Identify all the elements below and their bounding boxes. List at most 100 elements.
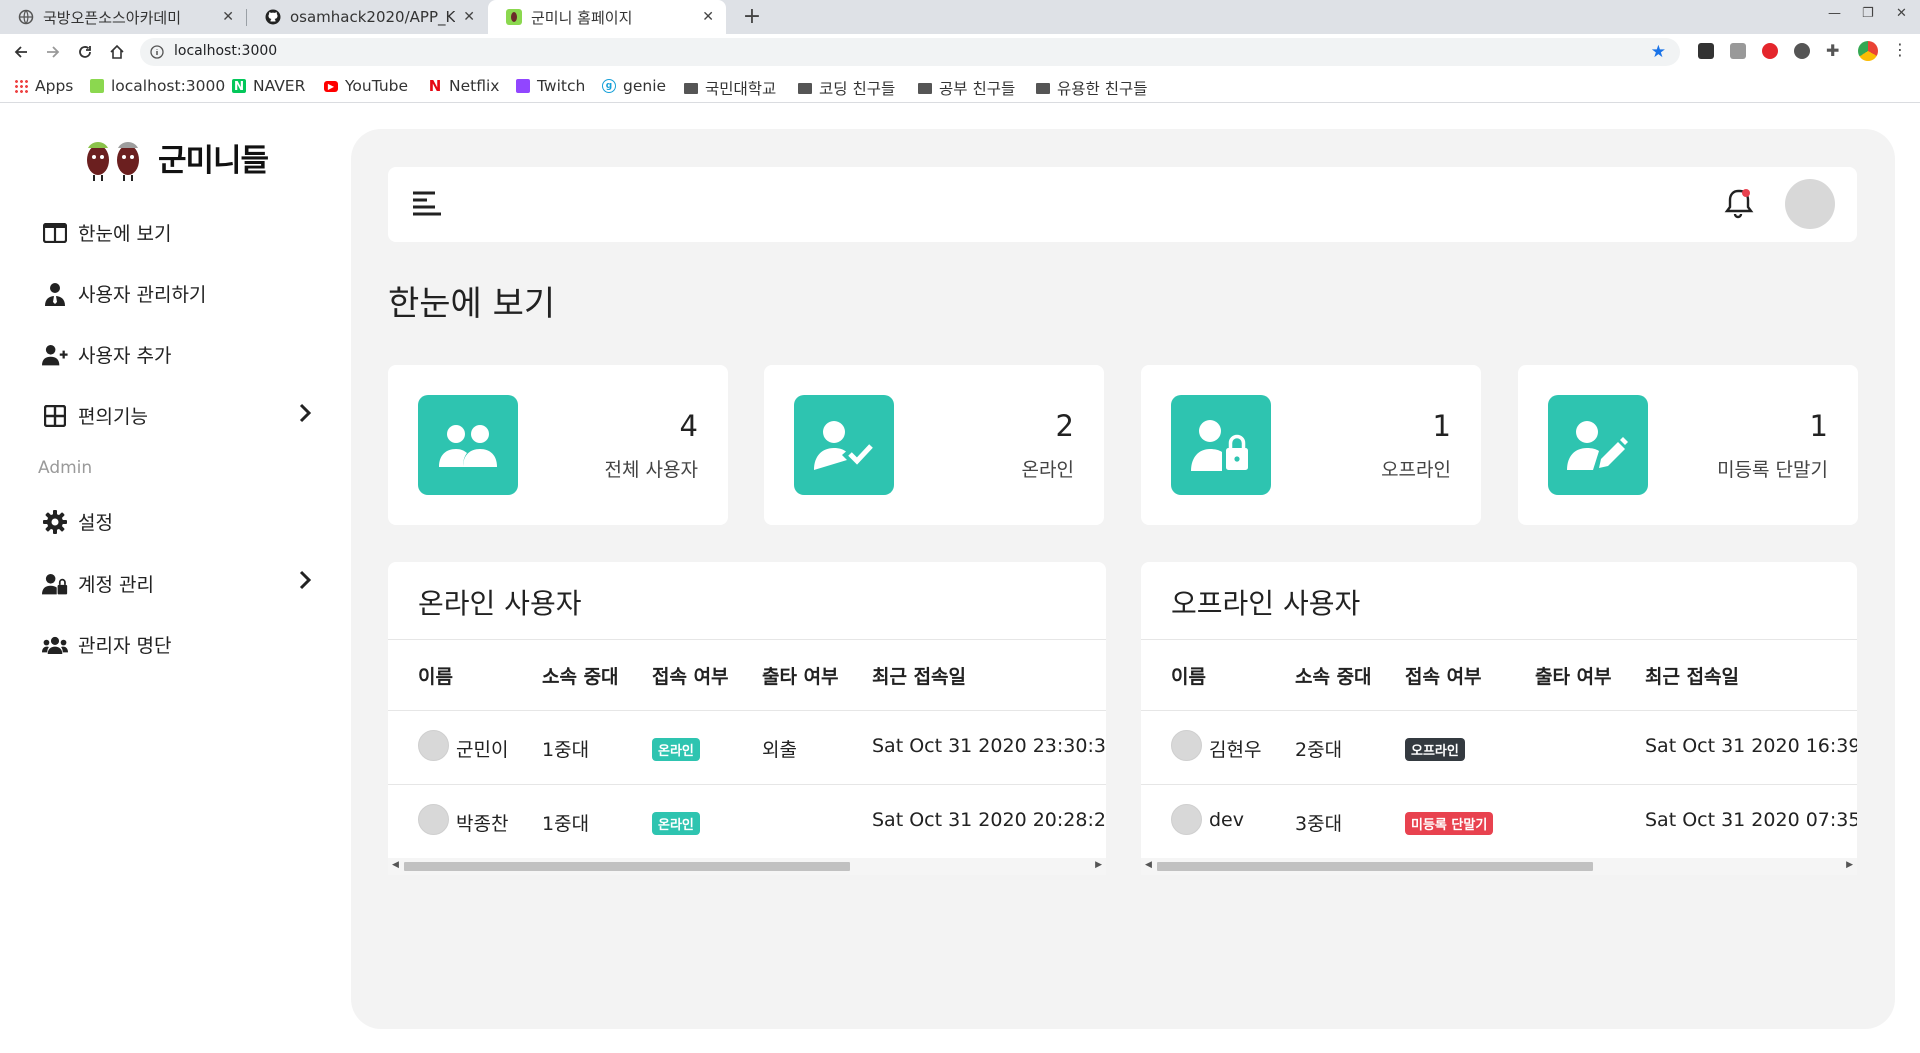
- back-button[interactable]: [10, 41, 32, 63]
- sidebar-section-admin: Admin: [38, 458, 93, 478]
- sidebar-item-label: 사용자 추가: [78, 345, 172, 367]
- column-header[interactable]: 이름: [418, 662, 453, 689]
- online-users-panel: 온라인 사용자 이름 소속 중대 접속 여부 출타 여부 최근 접속일 군민이 …: [388, 562, 1106, 875]
- bookmark-folder[interactable]: 공부 친구들: [918, 77, 1015, 99]
- scroll-right-icon[interactable]: ▶: [1846, 860, 1853, 870]
- column-header[interactable]: 출타 여부: [762, 662, 839, 689]
- close-window-icon[interactable]: ✕: [1896, 6, 1907, 21]
- scroll-right-icon[interactable]: ▶: [1095, 860, 1102, 870]
- opera-extension-icon[interactable]: [1762, 43, 1778, 59]
- status-badge: 온라인: [652, 812, 700, 835]
- genie-icon: g: [602, 79, 616, 93]
- extension-icon[interactable]: [1794, 43, 1810, 59]
- column-header[interactable]: 접속 여부: [652, 662, 729, 689]
- sidebar-item-label: 한눈에 보기: [78, 223, 172, 245]
- user-name: dev: [1209, 809, 1244, 831]
- sidebar-item-user-management[interactable]: 사용자 관리하기: [42, 280, 206, 307]
- top-navbar: [388, 167, 1857, 242]
- extension-icon[interactable]: [1698, 43, 1714, 59]
- minimize-icon[interactable]: —: [1828, 6, 1841, 21]
- bookmark-netflix[interactable]: N Netflix: [428, 77, 500, 95]
- browser-tab[interactable]: osamhack2020/APP_Ko ✕: [247, 0, 487, 34]
- bookmark-folder[interactable]: 코딩 친구들: [798, 77, 895, 99]
- column-header[interactable]: 소속 중대: [1295, 662, 1372, 689]
- bookmark-youtube[interactable]: ▶ YouTube: [324, 77, 408, 95]
- scrollbar-thumb[interactable]: [1157, 862, 1593, 871]
- browser-tab[interactable]: 국방오픈소스아카데미 ✕: [0, 0, 246, 34]
- user-edit-icon: [1548, 395, 1648, 495]
- stat-value: 1: [1432, 409, 1451, 443]
- bookmark-folder[interactable]: 국민대학교: [684, 77, 776, 99]
- profile-avatar[interactable]: [1858, 41, 1878, 61]
- scroll-left-icon[interactable]: ◀: [392, 860, 399, 870]
- close-icon[interactable]: ✕: [702, 9, 714, 25]
- info-icon[interactable]: [150, 45, 164, 59]
- user-avatar[interactable]: [1785, 179, 1835, 229]
- browser-tab-active[interactable]: 군미니 홈페이지 ✕: [488, 0, 726, 34]
- naver-icon: N: [232, 79, 246, 93]
- stat-card-online[interactable]: 2 온라인: [764, 365, 1104, 525]
- sidebar-item-add-user[interactable]: 사용자 추가: [42, 341, 171, 368]
- arrow-right-icon: [47, 46, 60, 58]
- stat-card-total-users[interactable]: 4 전체 사용자: [388, 365, 728, 525]
- last-access: Sat Oct 31 2020 16:39: [1645, 735, 1857, 757]
- column-header[interactable]: 이름: [1171, 662, 1206, 689]
- reload-button[interactable]: [74, 41, 96, 63]
- panel-title: 온라인 사용자: [418, 587, 582, 620]
- column-header[interactable]: 접속 여부: [1405, 662, 1482, 689]
- user-lock-icon: [1171, 395, 1271, 495]
- users-icon: [418, 395, 518, 495]
- scroll-left-icon[interactable]: ◀: [1145, 860, 1152, 870]
- close-icon[interactable]: ✕: [463, 9, 475, 25]
- hamburger-menu-icon[interactable]: [412, 190, 442, 218]
- app-logo[interactable]: 군미니들: [78, 132, 269, 182]
- bell-icon[interactable]: [1724, 187, 1756, 221]
- offline-users-panel: 오프라인 사용자 이름 소속 중대 접속 여부 출타 여부 최근 접속일 김현우…: [1141, 562, 1857, 875]
- horizontal-scrollbar[interactable]: ◀ ▶: [1141, 858, 1857, 875]
- home-button[interactable]: [106, 41, 128, 63]
- address-bar[interactable]: localhost:3000 ★: [140, 38, 1680, 66]
- kebab-menu-icon[interactable]: ⋮: [1892, 42, 1908, 58]
- horizontal-scrollbar[interactable]: ◀ ▶: [388, 858, 1106, 875]
- avatar: [1171, 804, 1202, 835]
- forward-button[interactable]: [42, 41, 64, 63]
- chevron-right-icon[interactable]: [298, 403, 312, 423]
- sidebar-item-settings[interactable]: 설정: [42, 508, 113, 535]
- page-title: 한눈에 보기: [388, 284, 556, 324]
- scrollbar-thumb[interactable]: [404, 862, 850, 871]
- stat-value: 2: [1055, 409, 1074, 443]
- logo-text: 군미니들: [158, 142, 269, 179]
- sidebar-item-admin-list[interactable]: 관리자 명단: [42, 631, 171, 658]
- sidebar-item-account-management[interactable]: 계정 관리: [42, 570, 154, 597]
- bookmark-naver[interactable]: N NAVER: [232, 77, 305, 95]
- user-lock-icon: [42, 571, 68, 597]
- column-header[interactable]: 최근 접속일: [872, 662, 966, 689]
- extension-icon[interactable]: [1730, 43, 1746, 59]
- close-icon[interactable]: ✕: [222, 9, 234, 25]
- column-header[interactable]: 소속 중대: [542, 662, 619, 689]
- stat-card-offline[interactable]: 1 오프라인: [1141, 365, 1481, 525]
- stat-label: 미등록 단말기: [1717, 459, 1828, 481]
- bookmark-folder[interactable]: 유용한 친구들: [1036, 77, 1148, 99]
- bookmark-star-icon[interactable]: ★: [1651, 42, 1666, 62]
- new-tab-button[interactable]: +: [738, 3, 766, 31]
- bookmark-apps[interactable]: Apps: [14, 77, 73, 95]
- last-access: Sat Oct 31 2020 07:35: [1645, 809, 1857, 831]
- grid-icon: [42, 403, 68, 429]
- bookmark-twitch[interactable]: Twitch: [516, 77, 585, 95]
- bookmark-localhost[interactable]: localhost:3000: [90, 77, 225, 95]
- folder-icon: [918, 82, 932, 94]
- divider: [388, 710, 1106, 711]
- sidebar-item-overview[interactable]: 한눈에 보기: [42, 219, 171, 246]
- bookmark-label: genie: [623, 77, 667, 95]
- restore-icon[interactable]: ❐: [1862, 6, 1874, 21]
- column-header[interactable]: 출타 여부: [1535, 662, 1612, 689]
- bookmark-label: Netflix: [449, 77, 500, 95]
- tab-title: osamhack2020/APP_Ko: [290, 8, 456, 26]
- bookmark-genie[interactable]: g genie: [602, 77, 666, 95]
- chevron-right-icon[interactable]: [298, 570, 312, 590]
- stat-card-unregistered-devices[interactable]: 1 미등록 단말기: [1518, 365, 1858, 525]
- column-header[interactable]: 최근 접속일: [1645, 662, 1739, 689]
- sidebar-item-utilities[interactable]: 편의기능: [42, 402, 148, 429]
- puzzle-icon[interactable]: ✚: [1826, 43, 1842, 59]
